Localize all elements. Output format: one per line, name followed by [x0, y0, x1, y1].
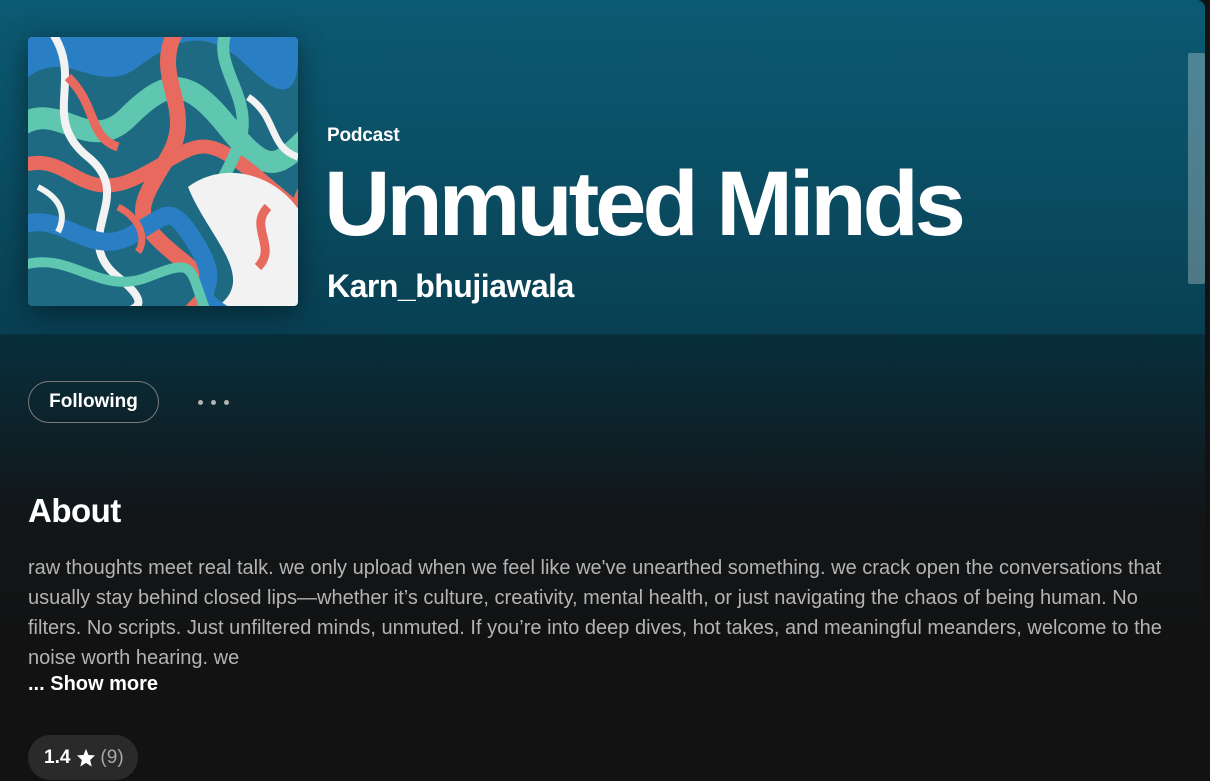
podcast-cover-art[interactable] — [28, 37, 298, 306]
podcast-page: Podcast Unmuted Minds Karn_bhujiawala Fo… — [0, 0, 1205, 781]
content-type-label: Podcast — [327, 125, 400, 146]
about-heading: About — [28, 492, 121, 529]
following-button[interactable]: Following — [28, 381, 159, 423]
about-description: raw thoughts meet real talk. we only upl… — [28, 557, 1162, 669]
more-dot — [210, 399, 216, 405]
more-dot — [223, 399, 229, 405]
rating-count: (9) — [100, 746, 124, 768]
podcast-author[interactable]: Karn_bhujiawala — [327, 268, 574, 305]
more-options-icon[interactable] — [188, 385, 238, 419]
podcast-title: Unmuted Minds — [324, 153, 966, 255]
rating-badge[interactable]: 1.4 (9) — [28, 735, 138, 780]
more-dot — [197, 399, 203, 405]
scrollbar-thumb[interactable] — [1188, 53, 1205, 284]
star-icon — [76, 748, 96, 767]
show-more-link[interactable]: ... Show more — [28, 673, 158, 696]
rating-score: 1.4 — [44, 746, 71, 768]
